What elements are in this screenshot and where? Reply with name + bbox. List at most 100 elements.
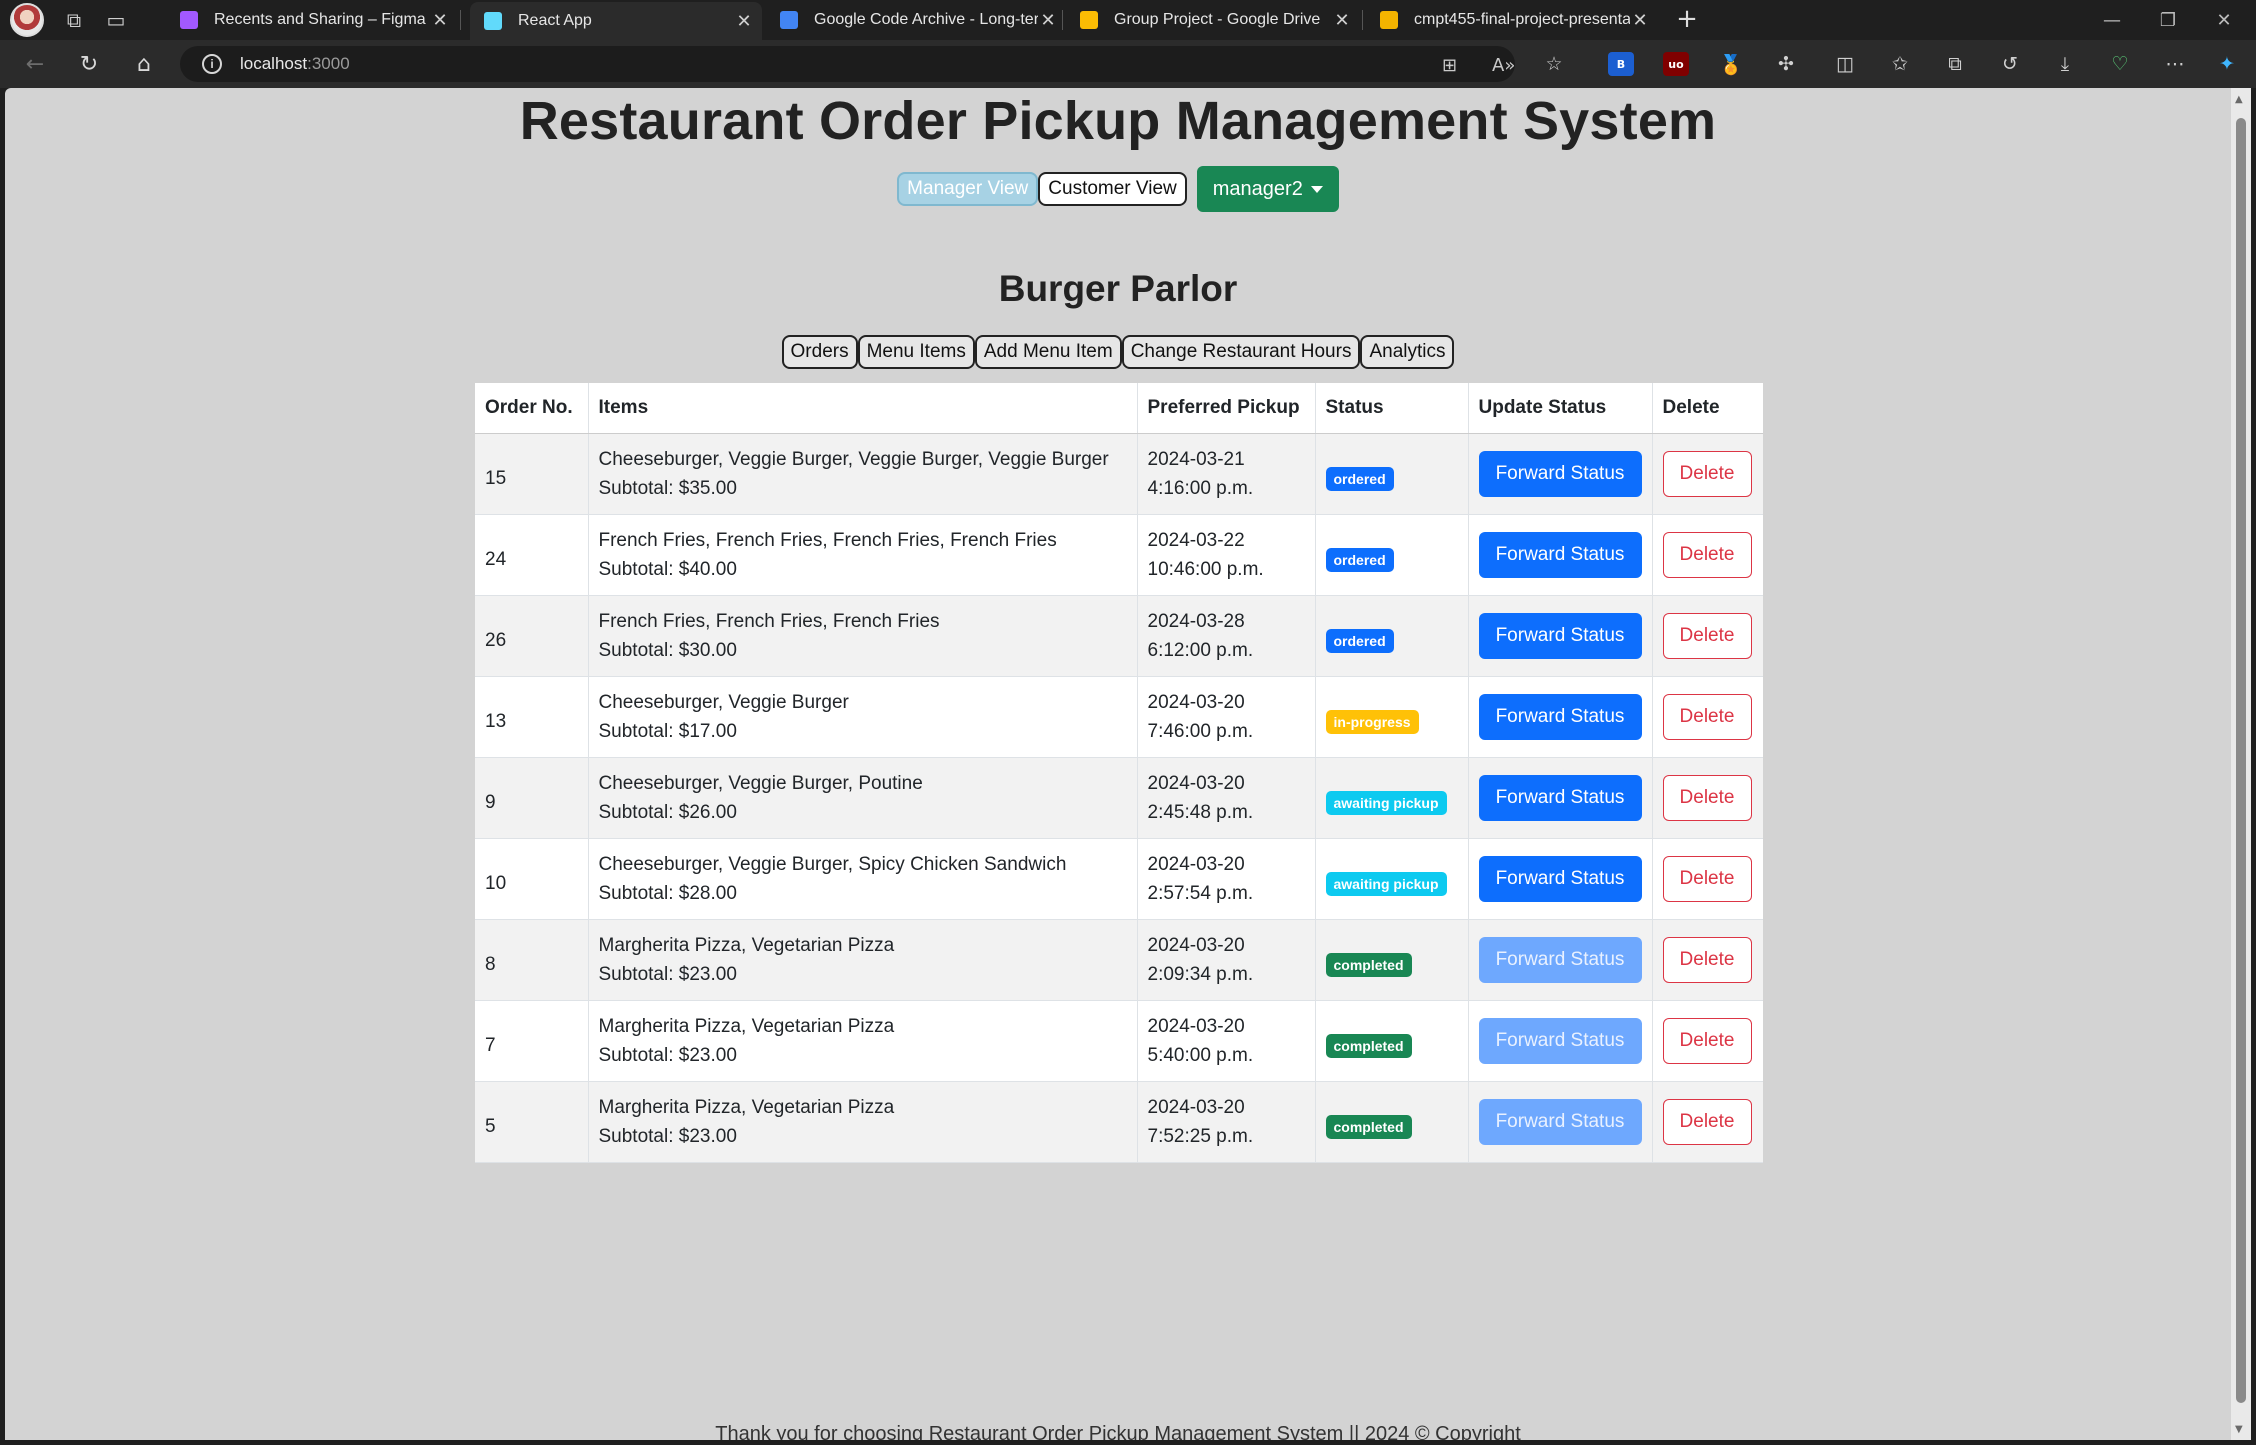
- delete-order-button[interactable]: Delete: [1662, 693, 1752, 740]
- delete-order-button[interactable]: Delete: [1662, 531, 1752, 578]
- close-tab-icon[interactable]: ✕: [734, 11, 754, 32]
- forward-status-button[interactable]: Forward Status: [1478, 612, 1642, 659]
- split-screen-icon[interactable]: ◫: [1832, 52, 1858, 76]
- profile-avatar[interactable]: [10, 3, 44, 37]
- table-row: 13 Cheeseburger, Veggie Burger Subtotal: $…: [475, 676, 1763, 758]
- minimize-window-icon[interactable]: —: [2084, 0, 2140, 40]
- browser-tab-figma[interactable]: Recents and Sharing – Figma ✕: [166, 2, 458, 38]
- site-info-icon[interactable]: i: [202, 54, 222, 74]
- status-cell: ordered: [1314, 433, 1468, 515]
- forward-status-button[interactable]: Forward Status: [1478, 531, 1642, 578]
- browser-tab-react-app[interactable]: React App ✕: [470, 2, 762, 40]
- extensions-icon[interactable]: ✣: [1773, 52, 1799, 76]
- nav-menu-items-button[interactable]: Menu Items: [857, 335, 975, 369]
- nav-add-menu-item-button[interactable]: Add Menu Item: [974, 335, 1122, 369]
- order-number: 26: [475, 595, 588, 677]
- delete-cell: Delete: [1651, 676, 1763, 758]
- favorite-star-icon[interactable]: ☆: [1541, 52, 1567, 76]
- extension-medal-icon[interactable]: 🏅: [1718, 52, 1744, 76]
- page-scrollbar[interactable]: ▲ ▼: [2231, 88, 2251, 1440]
- order-items: French Fries, French Fries, French Fries: [598, 610, 940, 632]
- home-icon[interactable]: ⌂: [129, 50, 159, 78]
- close-tab-icon[interactable]: ✕: [1038, 10, 1058, 31]
- delete-cell: Delete: [1651, 757, 1763, 839]
- pickup-date: 2024-03-20: [1147, 1096, 1245, 1118]
- address-bar[interactable]: i localhost:3000 ⊞ A»: [180, 46, 1515, 82]
- forward-status-button[interactable]: Forward Status: [1478, 774, 1642, 821]
- order-items: French Fries, French Fries, French Fries…: [598, 529, 1057, 551]
- forward-status-button[interactable]: Forward Status: [1478, 450, 1642, 497]
- customer-view-button[interactable]: Customer View: [1038, 172, 1187, 206]
- reload-icon[interactable]: ↻: [74, 50, 104, 78]
- pickup-time: 7:52:25 p.m.: [1147, 1125, 1254, 1147]
- manager-view-button[interactable]: Manager View: [897, 172, 1039, 206]
- pickup-cell: 2024-03-22 10:46:00 p.m.: [1136, 514, 1315, 596]
- status-cell: in-progress: [1314, 676, 1468, 758]
- pickup-cell: 2024-03-20 5:40:00 p.m.: [1136, 1000, 1315, 1082]
- pickup-time: 6:12:00 p.m.: [1147, 639, 1254, 661]
- close-tab-icon[interactable]: ✕: [1630, 10, 1650, 31]
- new-tab-button[interactable]: +: [1672, 4, 1702, 34]
- close-tab-icon[interactable]: ✕: [1332, 10, 1352, 31]
- order-subtotal: Subtotal: $17.00: [598, 720, 737, 742]
- downloads-icon[interactable]: ⤓: [2052, 52, 2078, 76]
- tab-actions-icon[interactable]: ▭: [104, 8, 128, 32]
- table-row: 8 Margherita Pizza, Vegetarian Pizza Subto…: [475, 919, 1763, 1001]
- table-row: 24 French Fries, French Fries, French Fri…: [475, 514, 1763, 596]
- workspaces-icon[interactable]: ⧉: [62, 8, 86, 32]
- pickup-time: 4:16:00 p.m.: [1147, 477, 1254, 499]
- close-window-icon[interactable]: ✕: [2196, 0, 2252, 40]
- status-cell: awaiting pickup: [1314, 838, 1468, 920]
- history-icon[interactable]: ↺: [1997, 52, 2023, 76]
- delete-order-button[interactable]: Delete: [1662, 612, 1752, 659]
- nav-change-hours-button[interactable]: Change Restaurant Hours: [1121, 335, 1361, 369]
- update-status-cell: Forward Status: [1467, 433, 1652, 515]
- nav-analytics-button[interactable]: Analytics: [1360, 335, 1455, 369]
- order-subtotal: Subtotal: $26.00: [598, 801, 737, 823]
- restaurant-name: Burger Parlor: [998, 268, 1238, 309]
- delete-order-button[interactable]: Delete: [1662, 450, 1752, 497]
- copilot-icon[interactable]: ✦: [2214, 52, 2240, 76]
- forward-status-button[interactable]: Forward Status: [1478, 855, 1642, 902]
- status-cell: awaiting pickup: [1314, 757, 1468, 839]
- read-aloud-icon[interactable]: A»: [1492, 55, 1515, 76]
- extension-bitwarden-icon[interactable]: B: [1608, 52, 1634, 76]
- back-icon[interactable]: ←: [20, 50, 50, 78]
- browser-tab-slides[interactable]: cmpt455-final-project-presentati ✕: [1366, 2, 1658, 38]
- app-available-icon[interactable]: ⊞: [1442, 55, 1457, 76]
- order-items: Cheeseburger, Veggie Burger: [598, 691, 849, 713]
- collections-icon[interactable]: ⧉: [1942, 52, 1968, 76]
- delete-order-button[interactable]: Delete: [1662, 936, 1752, 983]
- status-badge: in-progress: [1325, 710, 1419, 734]
- status-cell: completed: [1314, 919, 1468, 1001]
- google-drive-icon: [1080, 11, 1098, 29]
- user-dropdown[interactable]: manager2: [1196, 166, 1339, 212]
- favorites-icon[interactable]: ✩: [1887, 52, 1913, 76]
- browser-essentials-icon[interactable]: ♡: [2107, 52, 2133, 76]
- update-status-cell: Forward Status: [1467, 514, 1652, 596]
- browser-tab-google-code[interactable]: Google Code Archive - Long-term ✕: [766, 2, 1066, 38]
- delete-order-button[interactable]: Delete: [1662, 774, 1752, 821]
- delete-order-button[interactable]: Delete: [1662, 1098, 1752, 1145]
- status-cell: completed: [1314, 1000, 1468, 1082]
- delete-order-button[interactable]: Delete: [1662, 855, 1752, 902]
- restore-window-icon[interactable]: ❐: [2140, 0, 2196, 40]
- forward-status-button[interactable]: Forward Status: [1478, 693, 1642, 740]
- order-items-cell: Cheeseburger, Veggie Burger, Poutine Subt…: [587, 757, 1137, 839]
- nav-orders-button[interactable]: Orders: [781, 335, 858, 369]
- delete-order-button[interactable]: Delete: [1662, 1017, 1752, 1064]
- extension-ublock-icon[interactable]: uo: [1663, 52, 1689, 76]
- browser-tab-google-drive[interactable]: Group Project - Google Drive ✕: [1066, 2, 1360, 38]
- forward-status-button: Forward Status: [1478, 936, 1642, 983]
- figma-icon: [180, 11, 198, 29]
- order-number: 10: [475, 838, 588, 920]
- settings-more-icon[interactable]: ⋯: [2162, 52, 2188, 76]
- close-tab-icon[interactable]: ✕: [430, 10, 450, 31]
- order-subtotal: Subtotal: $23.00: [598, 1125, 737, 1147]
- pickup-time: 5:40:00 p.m.: [1147, 1044, 1254, 1066]
- scroll-up-icon[interactable]: ▲: [2235, 94, 2243, 105]
- scroll-down-icon[interactable]: ▼: [2235, 1424, 2243, 1435]
- order-items-cell: Cheeseburger, Veggie Burger, Veggie Burg…: [587, 433, 1137, 515]
- scrollbar-thumb[interactable]: [2236, 118, 2246, 1403]
- pickup-date: 2024-03-20: [1147, 934, 1245, 956]
